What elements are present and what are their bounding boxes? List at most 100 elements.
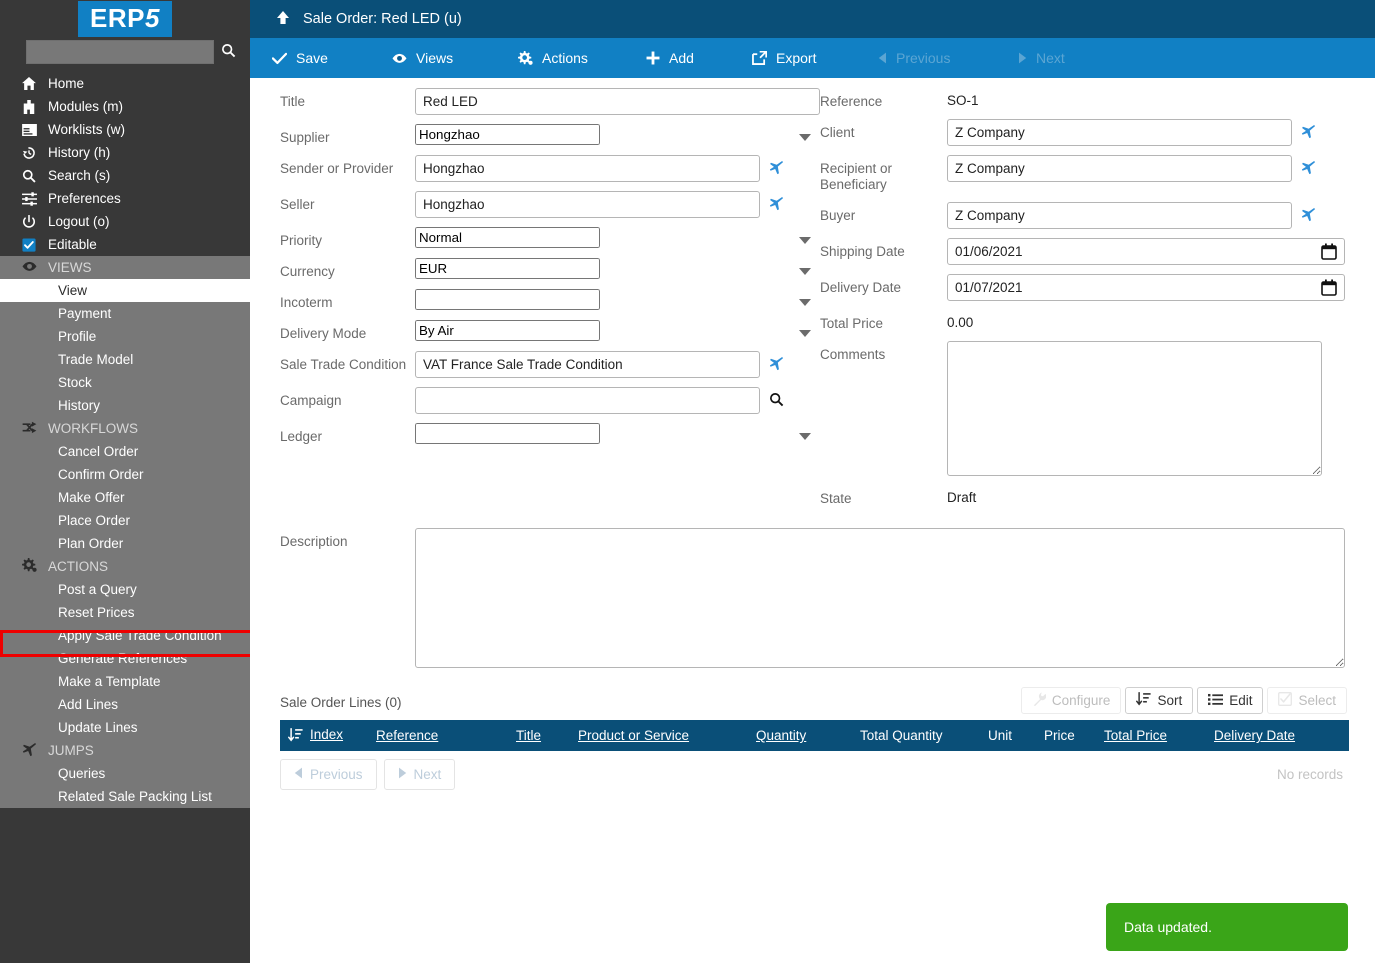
sidebar-item-confirm-order[interactable]: Confirm Order (0, 463, 250, 486)
sender-input[interactable] (415, 155, 760, 182)
sidebar-nav-home[interactable]: Home (0, 72, 250, 95)
priority-select[interactable] (415, 227, 600, 248)
field-client: Client (820, 119, 1345, 146)
list-tool-label: Configure (1051, 693, 1111, 708)
logo[interactable]: ERP5 (0, 0, 250, 38)
column-header-quantity[interactable]: Quantity (756, 720, 860, 751)
views-button[interactable]: Views (392, 38, 453, 78)
jump-plane-icon[interactable] (769, 351, 784, 374)
campaign-input[interactable] (415, 387, 760, 414)
field-recipient-or-beneficiary: Recipient or Beneficiary (820, 155, 1345, 193)
shipping-date-input[interactable] (947, 238, 1345, 265)
sidebar-item-apply-sale-trade-condition[interactable]: Apply Sale Trade Condition (0, 624, 250, 647)
sidebar-item-update-lines[interactable]: Update Lines (0, 716, 250, 739)
chevron-down-icon (799, 299, 811, 306)
state-value: Draft (947, 490, 977, 505)
column-header-delivery-date[interactable]: Delivery Date (1214, 720, 1349, 751)
eye-icon (22, 260, 48, 275)
column-header-index[interactable]: Index (280, 720, 376, 751)
field-campaign: Campaign (280, 387, 820, 414)
field-title: Title (280, 88, 820, 115)
sidebar-nav-label: Preferences (48, 191, 121, 206)
export-button[interactable]: Export (752, 38, 816, 78)
sort-ascending-icon[interactable] (288, 727, 303, 745)
sidebar-nav-editable[interactable]: Editable (0, 233, 250, 256)
delivery-mode-select[interactable] (415, 320, 600, 341)
search-input[interactable] (26, 40, 214, 64)
save-button[interactable]: Save (272, 38, 328, 78)
search-icon[interactable] (221, 43, 236, 61)
sidebar-item-add-lines[interactable]: Add Lines (0, 693, 250, 716)
supplier-select[interactable] (415, 124, 600, 145)
sidebar-item-cancel-order[interactable]: Cancel Order (0, 440, 250, 463)
sidebar-item-related-sale-packing-list[interactable]: Related Sale Packing List (0, 785, 250, 808)
sidebar-item-post-a-query[interactable]: Post a Query (0, 578, 250, 601)
field-currency-label: Currency (280, 264, 335, 279)
toast-message: Data updated. (1124, 919, 1212, 935)
sidebar-item-profile[interactable]: Profile (0, 325, 250, 348)
sidebar-nav-search-s[interactable]: Search (s) (0, 164, 250, 187)
field-delivery-mode-label: Delivery Mode (280, 326, 367, 341)
comments-textarea[interactable] (947, 341, 1322, 476)
sale-trade-condition-input[interactable] (415, 351, 760, 378)
toolbar-button-label: Previous (896, 50, 951, 66)
chevron-down-icon (799, 268, 811, 275)
sidebar-nav-logout-o[interactable]: Logout (o) (0, 210, 250, 233)
sort-button[interactable]: Sort (1125, 687, 1194, 714)
column-header-reference[interactable]: Reference (376, 720, 516, 751)
sidebar-item-label: Reset Prices (58, 605, 135, 620)
sidebar-item-generate-references[interactable]: Generate References (0, 647, 250, 670)
sidebar-nav-history-h[interactable]: History (h) (0, 141, 250, 164)
jump-plane-icon[interactable] (1301, 119, 1316, 142)
sidebar-group-jumps: JUMPS (0, 739, 250, 762)
sidebar-nav-preferences[interactable]: Preferences (0, 187, 250, 210)
seller-input[interactable] (415, 191, 760, 218)
recipient-input[interactable] (947, 155, 1292, 182)
add-button[interactable]: Add (646, 38, 694, 78)
sidebar-item-plan-order[interactable]: Plan Order (0, 532, 250, 555)
jump-plane-icon[interactable] (1301, 202, 1316, 225)
search-icon[interactable] (769, 387, 784, 410)
description-textarea[interactable] (415, 528, 1345, 668)
next-button: Next (1018, 38, 1065, 78)
sidebar-item-view[interactable]: View (0, 279, 250, 302)
jump-plane-icon[interactable] (769, 191, 784, 214)
currency-select[interactable] (415, 258, 600, 279)
form-right-column: Reference SO-1 Client Recipient or Benef… (820, 88, 1345, 516)
sidebar-item-stock[interactable]: Stock (0, 371, 250, 394)
sidebar-item-label: Related Sale Packing List (58, 789, 212, 804)
title-input[interactable] (415, 88, 820, 115)
buyer-input[interactable] (947, 202, 1292, 229)
client-input[interactable] (947, 119, 1292, 146)
field-priority: Priority (280, 227, 820, 249)
delivery-date-input[interactable] (947, 274, 1345, 301)
incoterm-select[interactable] (415, 289, 600, 310)
column-header-product-or-service[interactable]: Product or Service (578, 720, 756, 751)
sidebar-item-make-offer[interactable]: Make Offer (0, 486, 250, 509)
jump-plane-icon[interactable] (769, 155, 784, 178)
column-header-title[interactable]: Title (516, 720, 578, 751)
calendar-icon[interactable] (1321, 279, 1337, 301)
actions-button[interactable]: Actions (518, 38, 588, 78)
edit-button[interactable]: Edit (1197, 687, 1264, 714)
arrow-up-icon[interactable] (276, 10, 290, 28)
ledger-select[interactable] (415, 423, 600, 444)
field-priority-label: Priority (280, 233, 323, 248)
reference-value: SO-1 (947, 93, 979, 108)
logo-accent: 5 (145, 3, 160, 33)
calendar-icon[interactable] (1321, 243, 1337, 265)
sidebar-nav-modules-m[interactable]: Modules (m) (0, 95, 250, 118)
sidebar-item-history[interactable]: History (0, 394, 250, 417)
sidebar-item-reset-prices[interactable]: Reset Prices (0, 601, 250, 624)
wrench-icon (1032, 692, 1047, 709)
column-header-total-price[interactable]: Total Price (1104, 720, 1214, 751)
sidebar-item-trade-model[interactable]: Trade Model (0, 348, 250, 371)
sidebar-nav-label: Modules (m) (48, 99, 124, 114)
sidebar-item-make-a-template[interactable]: Make a Template (0, 670, 250, 693)
list-icon (1208, 693, 1224, 709)
sidebar-item-payment[interactable]: Payment (0, 302, 250, 325)
jump-plane-icon[interactable] (1301, 155, 1316, 178)
sidebar-item-queries[interactable]: Queries (0, 762, 250, 785)
sidebar-nav-worklists-w[interactable]: Worklists (w) (0, 118, 250, 141)
sidebar-item-place-order[interactable]: Place Order (0, 509, 250, 532)
